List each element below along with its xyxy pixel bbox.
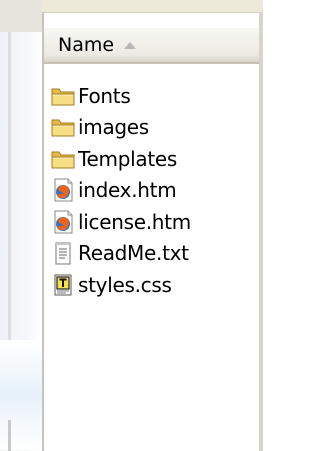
css-file-icon [54,274,72,296]
explorer-window: Name Fonts images Templates index.htm li… [0,0,263,451]
firefox-html-file-icon [54,210,73,234]
file-item-styles-css[interactable]: styles.css [50,269,255,301]
file-item-license-htm[interactable]: license.htm [50,206,255,238]
file-name: Templates [78,146,177,171]
firefox-html-file-icon [54,178,73,202]
name-column-label: Name [58,34,115,56]
file-item-images[interactable]: images [50,112,255,144]
window-right-edge [259,12,263,451]
left-pane-edge-lower [8,420,11,451]
text-file-icon [55,242,71,265]
left-pane [0,0,42,451]
file-item-fonts[interactable]: Fonts [50,80,255,112]
left-pane-header [0,0,42,32]
file-name: styles.css [78,272,172,297]
file-item-index-htm[interactable]: index.htm [50,175,255,207]
file-name: index.htm [78,178,177,203]
folder-icon [51,88,75,106]
file-name: ReadMe.txt [78,241,189,266]
sort-ascending-icon [124,41,137,49]
name-column-header[interactable]: Name [44,28,259,64]
file-item-readme-txt[interactable]: ReadMe.txt [50,238,255,270]
left-pane-highlight [0,340,42,450]
file-name: Fonts [78,83,131,108]
file-name: license.htm [78,209,191,234]
pane-splitter[interactable] [42,12,44,451]
folder-icon [51,151,75,169]
file-name: images [78,115,149,140]
folder-icon [51,119,75,137]
file-item-templates[interactable]: Templates [50,143,255,175]
file-list: Fonts images Templates index.htm license… [50,80,255,301]
